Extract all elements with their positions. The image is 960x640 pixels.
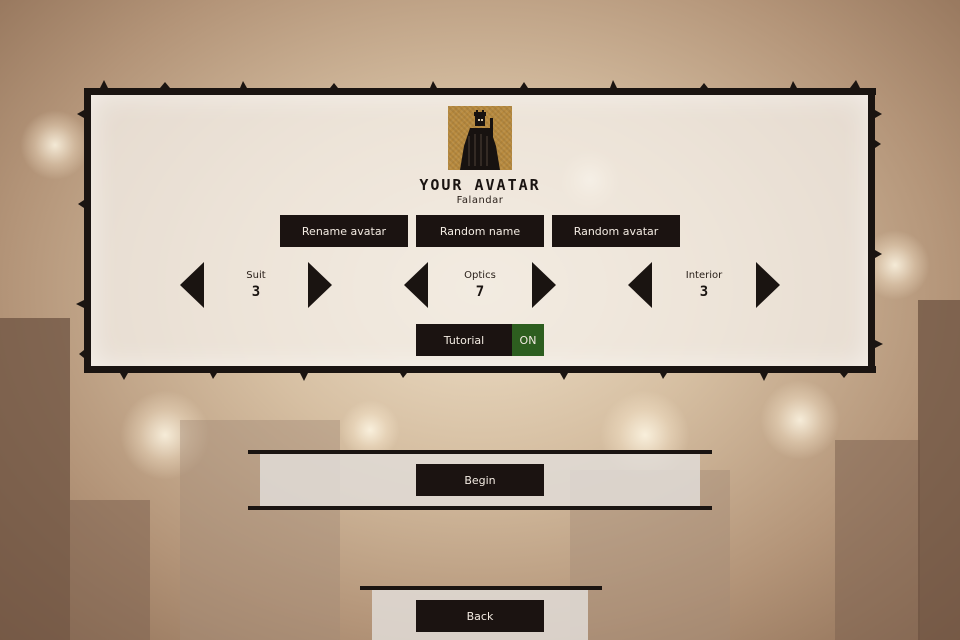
- begin-button[interactable]: Begin: [416, 464, 544, 496]
- bokeh-light: [20, 110, 90, 180]
- arrow-right-icon: [532, 262, 556, 308]
- random-name-button[interactable]: Random name: [416, 215, 544, 247]
- random-avatar-button[interactable]: Random avatar: [552, 215, 680, 247]
- begin-frame-top: [248, 450, 712, 454]
- random-name-label: Random name: [439, 224, 521, 238]
- begin-frame-bottom: [248, 506, 712, 510]
- tutorial-state: ON: [519, 333, 537, 347]
- arrow-left-icon: [180, 262, 204, 308]
- rename-avatar-label: Rename avatar: [301, 224, 387, 238]
- optics-next-button[interactable]: [532, 262, 556, 308]
- interior-value: 3: [699, 284, 709, 300]
- pipe-left: [70, 500, 150, 640]
- optics-value: 7: [475, 284, 485, 300]
- cliff-left: [0, 318, 70, 640]
- arrow-right-icon: [756, 262, 780, 308]
- cliff-right: [918, 300, 960, 640]
- arrow-left-icon: [404, 262, 428, 308]
- suit-next-button[interactable]: [308, 262, 332, 308]
- begin-label: Begin: [464, 473, 496, 487]
- back-label: Back: [466, 609, 494, 623]
- avatar-name: Falandar: [456, 195, 504, 206]
- pipe-right: [835, 440, 920, 640]
- panel-frame-bottom: [84, 366, 876, 373]
- suit-label: Suit: [246, 270, 266, 281]
- optics-label: Optics: [464, 270, 496, 281]
- suit-prev-button[interactable]: [180, 262, 204, 308]
- arrow-left-icon: [628, 262, 652, 308]
- avatar-portrait: [448, 106, 512, 170]
- panel-frame-top: [84, 88, 876, 95]
- interior-prev-button[interactable]: [628, 262, 652, 308]
- interior-label: Interior: [685, 270, 723, 281]
- bokeh-light: [760, 380, 840, 460]
- interior-next-button[interactable]: [756, 262, 780, 308]
- rename-avatar-button[interactable]: Rename avatar: [280, 215, 408, 247]
- panel-frame-right: [868, 88, 875, 373]
- panel-frame-left: [84, 88, 91, 373]
- suit-value: 3: [251, 284, 261, 300]
- random-avatar-label: Random avatar: [573, 224, 659, 238]
- back-frame-top: [360, 586, 602, 590]
- back-button[interactable]: Back: [416, 600, 544, 632]
- arrow-right-icon: [308, 262, 332, 308]
- cloaked-figure-icon: [460, 110, 500, 170]
- tutorial-label: Tutorial: [416, 324, 512, 356]
- tutorial-toggle[interactable]: ON: [512, 324, 544, 356]
- optics-prev-button[interactable]: [404, 262, 428, 308]
- avatar-title: YOUR AVATAR: [419, 176, 541, 194]
